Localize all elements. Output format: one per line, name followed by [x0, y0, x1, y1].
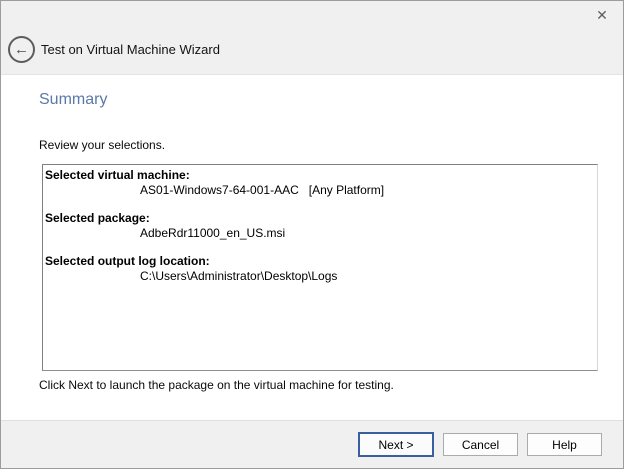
next-button[interactable]: Next > — [358, 432, 434, 457]
summary-section-package: Selected package: AdbeRdr11000_en_US.msi — [45, 211, 593, 241]
cancel-button[interactable]: Cancel — [443, 433, 518, 456]
instruction-text: Review your selections. — [39, 138, 623, 152]
close-icon: ✕ — [596, 7, 608, 24]
wizard-page: Summary Review your selections. Selected… — [1, 75, 623, 420]
header-back-row: ← Test on Virtual Machine Wizard — [8, 36, 220, 63]
back-arrow-icon: ← — [14, 42, 29, 57]
summary-section-output-log: Selected output log location: C:\Users\A… — [45, 254, 593, 284]
summary-label: Selected output log location: — [45, 254, 593, 269]
button-bar: Next > Cancel Help — [1, 420, 623, 468]
summary-value: AdbeRdr11000_en_US.msi — [45, 226, 593, 241]
summary-label: Selected package: — [45, 211, 593, 226]
page-heading: Summary — [39, 91, 623, 109]
summary-label: Selected virtual machine: — [45, 168, 593, 183]
wizard-header: ✕ ← Test on Virtual Machine Wizard — [1, 1, 623, 75]
summary-box: Selected virtual machine: AS01-Windows7-… — [42, 164, 598, 371]
wizard-title: Test on Virtual Machine Wizard — [41, 42, 220, 57]
help-button[interactable]: Help — [527, 433, 602, 456]
close-button[interactable]: ✕ — [587, 3, 617, 27]
summary-section-virtual-machine: Selected virtual machine: AS01-Windows7-… — [45, 168, 593, 198]
summary-value: AS01-Windows7-64-001-AAC [Any Platform] — [45, 183, 593, 198]
back-button[interactable]: ← — [8, 36, 35, 63]
summary-value: C:\Users\Administrator\Desktop\Logs — [45, 269, 593, 284]
footnote-text: Click Next to launch the package on the … — [39, 378, 623, 392]
wizard-window: ✕ ← Test on Virtual Machine Wizard Summa… — [0, 0, 624, 469]
